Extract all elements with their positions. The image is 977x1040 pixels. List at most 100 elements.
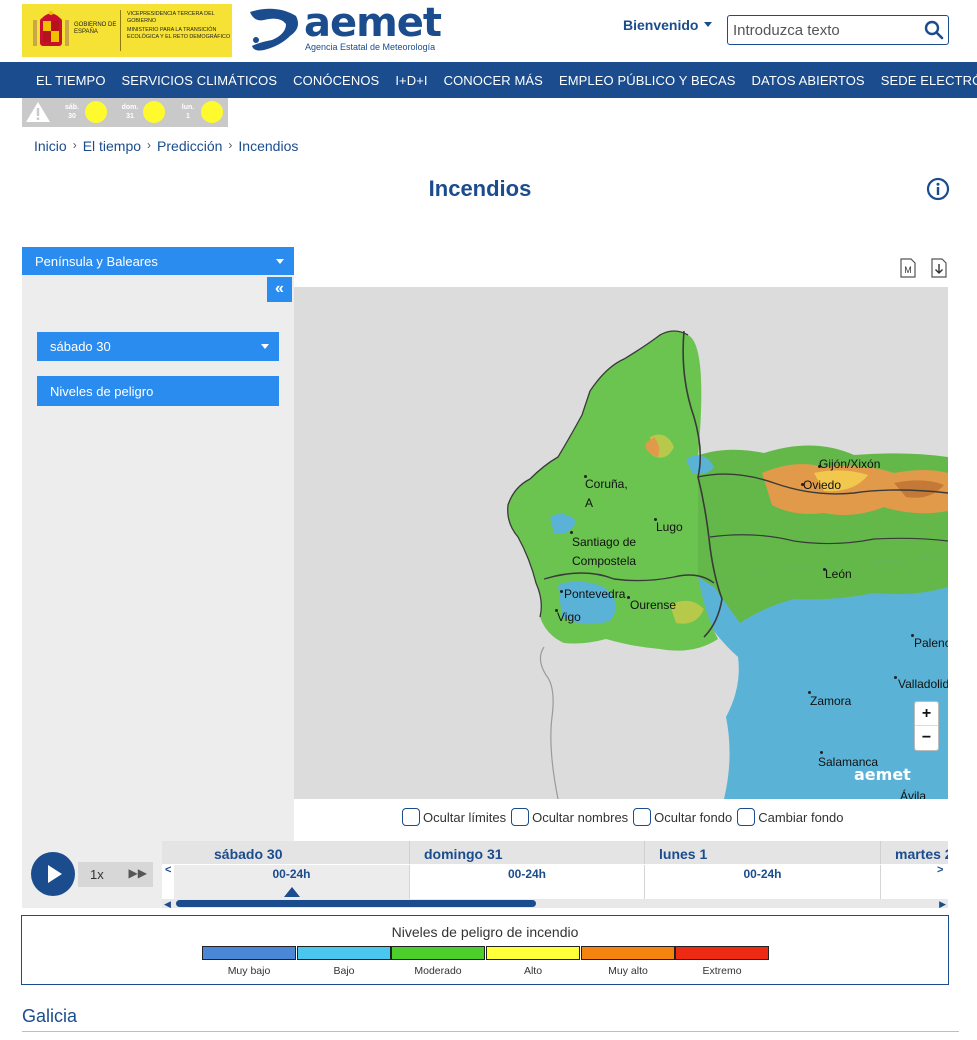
legend-swatch-extremo xyxy=(675,946,769,960)
timeline-prev-icon[interactable]: < xyxy=(165,864,171,876)
legend-label-bajo: Bajo xyxy=(333,965,355,977)
search-input[interactable] xyxy=(733,20,913,40)
collapse-panel-button[interactable]: « xyxy=(267,277,292,302)
breadcrumb-inicio[interactable]: Inicio xyxy=(34,138,67,154)
aemet-wordmark: aemet xyxy=(304,0,442,46)
fast-forward-icon[interactable]: ▶▶ xyxy=(129,866,147,880)
region-select-label: Península y Baleares xyxy=(35,254,158,269)
legend-swatch-muy-bajo xyxy=(202,946,296,960)
gobierno-logo[interactable]: GOBIERNO DE ESPAÑA VICEPRESIDENCIA TERCE… xyxy=(22,4,232,57)
zoom-control: + − xyxy=(914,701,939,751)
timeline-next-icon[interactable]: > xyxy=(937,864,943,876)
option-label: Cambiar fondo xyxy=(758,809,844,825)
option-cambiar-fondo[interactable]: Cambiar fondo xyxy=(737,808,844,826)
checkbox[interactable] xyxy=(402,808,420,826)
scroll-left-icon[interactable]: ◀ xyxy=(164,899,171,908)
danger-levels-button[interactable]: Niveles de peligro xyxy=(37,376,279,406)
legend-swatch-bajo xyxy=(297,946,391,960)
option-label: Ocultar nombres xyxy=(532,809,629,825)
city-vigo: Vigo xyxy=(557,610,581,624)
city-compostela: Compostela xyxy=(572,554,637,568)
warning-day-dom: dom. 31 xyxy=(119,103,141,121)
aemet-swirl-icon xyxy=(250,8,298,51)
checkbox[interactable] xyxy=(511,808,530,826)
breadcrumb-el-tiempo[interactable]: El tiempo xyxy=(83,138,141,154)
checkbox[interactable] xyxy=(737,808,756,826)
option-ocultar-nombres[interactable]: Ocultar nombres xyxy=(511,808,628,826)
city-palencia: Palenc xyxy=(914,636,948,650)
caret-down-icon xyxy=(276,259,284,264)
nav-datos-abiertos[interactable]: DATOS ABIERTOS xyxy=(744,73,873,88)
legend-swatch-moderado xyxy=(391,946,485,960)
map-download-icon[interactable]: M xyxy=(899,258,917,278)
city-coruna-a: A xyxy=(585,496,594,510)
nav-sede-electronica[interactable]: SEDE ELECTRÓNICA xyxy=(873,73,977,88)
animation-player: 1x ▶▶ xyxy=(22,841,162,908)
city-gijon: Gijón/Xixón xyxy=(819,457,881,471)
timeline: sábado 30 domingo 31 lunes 1 martes 2 00… xyxy=(162,841,948,908)
timeline-slot-lunes[interactable]: 00-24h xyxy=(645,865,881,899)
danger-legend: Niveles de peligro de incendio Muy bajo … xyxy=(21,915,949,985)
fire-danger-map[interactable]: Gijón/Xixón Oviedo Coruña, A Lugo Santia… xyxy=(294,287,948,799)
day-select[interactable]: sábado 30 xyxy=(37,332,279,361)
legend-label-muy-alto: Muy alto xyxy=(608,965,648,977)
timeline-slot-domingo[interactable]: 00-24h xyxy=(410,865,645,899)
city-santiago: Santiago de xyxy=(572,535,637,549)
region-select[interactable]: Península y Baleares xyxy=(22,247,294,275)
aemet-logo[interactable]: aemet Agencia Estatal de Meteorología xyxy=(246,0,446,56)
warnings-strip[interactable]: sáb. 30 dom. 31 lun. 1 xyxy=(22,98,228,127)
city-marker xyxy=(894,676,897,679)
option-ocultar-limites[interactable]: Ocultar límites xyxy=(402,808,506,826)
scroll-right-icon[interactable]: ▶ xyxy=(939,899,946,908)
timeline-current-marker xyxy=(284,887,300,897)
nav-el-tiempo[interactable]: EL TIEMPO xyxy=(28,73,114,88)
warning-level-dot[interactable] xyxy=(201,101,223,123)
warning-day-label: lun. xyxy=(181,104,195,111)
timeline-scrollbar[interactable]: ◀ ▶ xyxy=(162,899,948,908)
play-button[interactable] xyxy=(31,852,75,896)
city-marker xyxy=(820,751,823,754)
option-label: Ocultar fondo xyxy=(654,809,733,825)
warning-day-num: 1 xyxy=(186,113,190,120)
info-icon[interactable] xyxy=(926,177,950,201)
nav-conocenos[interactable]: CONÓCENOS xyxy=(285,73,387,88)
nav-servicios-climaticos[interactable]: SERVICIOS CLIMÁTICOS xyxy=(114,73,286,88)
checkbox[interactable] xyxy=(633,808,652,826)
file-download-icon[interactable] xyxy=(930,258,948,278)
timeline-day-domingo: domingo 31 xyxy=(424,846,503,862)
city-coruna: Coruña, xyxy=(585,477,628,491)
timeline-day-martes: martes 2 xyxy=(895,846,948,862)
welcome-label: Bienvenido xyxy=(623,17,699,33)
legend-label-alto: Alto xyxy=(523,965,543,977)
scrollbar-thumb[interactable] xyxy=(176,900,536,907)
warning-day-num: 31 xyxy=(126,113,134,120)
chevron-right-icon: › xyxy=(228,138,233,152)
speed-label: 1x xyxy=(90,867,104,882)
speed-control[interactable]: 1x ▶▶ xyxy=(78,862,153,887)
day-select-label: sábado 30 xyxy=(50,339,111,354)
nav-idi[interactable]: I+D+I xyxy=(387,73,435,88)
city-ourense: Ourense xyxy=(630,598,677,612)
timeline-days: sábado 30 domingo 31 lunes 1 martes 2 xyxy=(162,841,948,864)
legend-swatch-muy-alto xyxy=(581,946,675,960)
search-icon[interactable] xyxy=(924,20,944,40)
legend-swatch-alto xyxy=(486,946,580,960)
breadcrumb-incendios[interactable]: Incendios xyxy=(238,138,298,154)
warning-level-dot[interactable] xyxy=(143,101,165,123)
nav-empleo[interactable]: EMPLEO PÚBLICO Y BECAS xyxy=(551,73,744,88)
city-marker xyxy=(570,531,573,534)
legend-label-moderado: Moderado xyxy=(414,965,462,977)
main-nav: EL TIEMPO SERVICIOS CLIMÁTICOS CONÓCENOS… xyxy=(0,62,977,98)
zoom-in-button[interactable]: + xyxy=(915,702,938,726)
side-panel: Península y Baleares « sábado 30 Niveles… xyxy=(22,247,294,841)
ministry-line-2: MINISTERIO PARA LA TRANSICIÓN ECOLÓGICA … xyxy=(127,27,231,40)
option-ocultar-fondo[interactable]: Ocultar fondo xyxy=(633,808,732,826)
option-label: Ocultar límites xyxy=(423,809,507,825)
nav-conocer-mas[interactable]: CONOCER MÁS xyxy=(436,73,551,88)
warning-day-label: sáb. xyxy=(64,104,79,111)
welcome-menu[interactable]: Bienvenido xyxy=(623,17,713,33)
ministry-name: VICEPRESIDENCIA TERCERA DEL GOBIERNO MIN… xyxy=(127,11,231,40)
warning-level-dot[interactable] xyxy=(85,101,107,123)
breadcrumb-prediccion[interactable]: Predicción xyxy=(157,138,222,154)
zoom-out-button[interactable]: − xyxy=(915,726,938,750)
